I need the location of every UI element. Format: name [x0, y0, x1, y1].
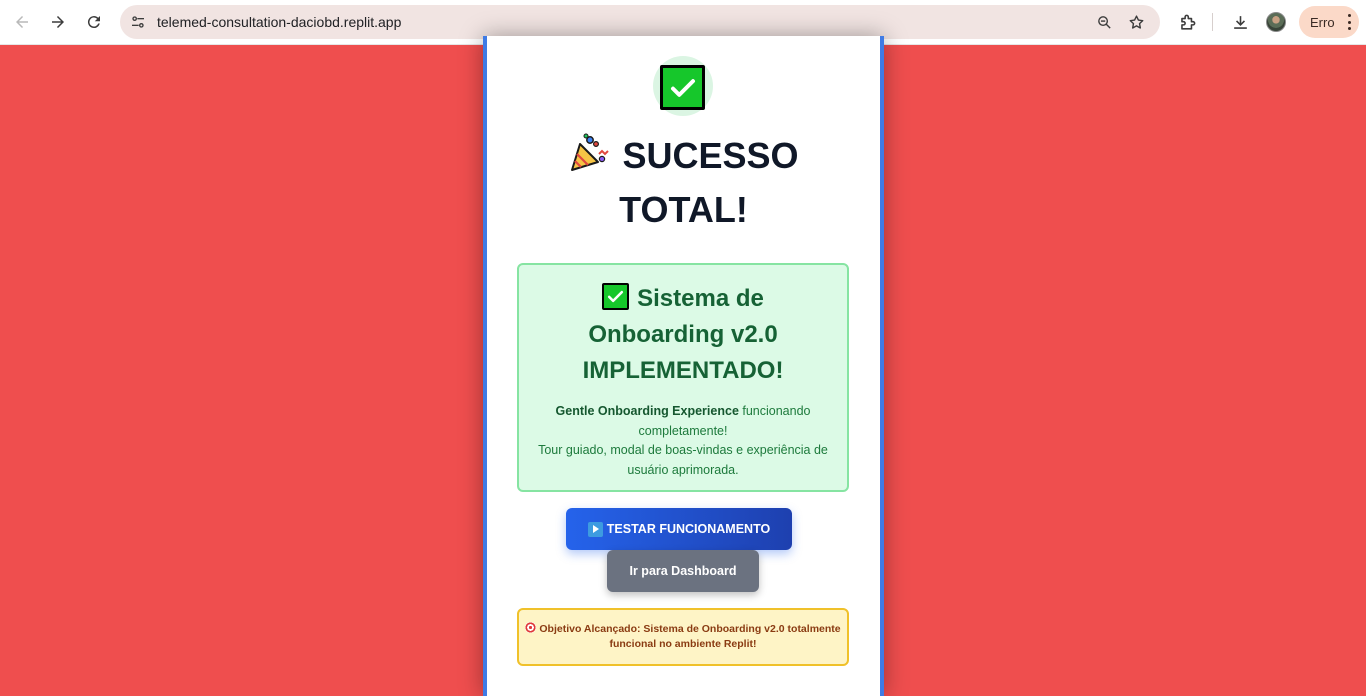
toolbar-divider — [1212, 13, 1213, 31]
success-line2: Tour guiado, modal de boas-vindas e expe… — [538, 443, 828, 477]
extensions-icon[interactable] — [1173, 8, 1201, 36]
play-icon — [587, 521, 603, 537]
address-bar[interactable]: telemed-consultation-daciobd.replit.app — [120, 5, 1160, 39]
url-text[interactable]: telemed-consultation-daciobd.replit.app — [157, 14, 401, 30]
downloads-icon[interactable] — [1226, 8, 1254, 36]
site-settings-icon[interactable] — [126, 10, 150, 34]
test-functionality-button[interactable]: TESTAR FUNCIONAMENTO — [566, 508, 792, 550]
go-to-dashboard-button[interactable]: Ir para Dashboard — [607, 550, 759, 592]
reload-icon[interactable] — [79, 7, 109, 37]
top-icon-circle — [653, 56, 713, 116]
back-icon[interactable] — [7, 7, 37, 37]
go-to-dashboard-label: Ir para Dashboard — [629, 564, 737, 578]
zoom-icon[interactable] — [1092, 10, 1116, 34]
check-mark-icon — [660, 65, 705, 110]
profile-button[interactable]: Erro — [1299, 6, 1359, 38]
success-title: Sistema de Onboarding v2.0 IMPLEMENTADO! — [531, 281, 835, 389]
menu-kebab-icon[interactable] — [1347, 14, 1351, 30]
headline-text: SUCESSO TOTAL! — [619, 135, 799, 230]
success-description: Gentle Onboarding Experience funcionando… — [531, 402, 835, 480]
target-icon — [525, 622, 537, 633]
success-highlight: Gentle Onboarding Experience — [555, 404, 739, 418]
party-popper-icon — [571, 133, 610, 171]
goal-text: Objetivo Alcançado: Sistema de Onboardin… — [539, 623, 841, 650]
success-card: SUCESSO TOTAL! Sistema de Onboarding v2.… — [483, 36, 884, 696]
bookmark-star-icon[interactable] — [1124, 10, 1148, 34]
profile-label: Erro — [1310, 14, 1335, 30]
avatar[interactable] — [1266, 12, 1286, 32]
forward-icon[interactable] — [43, 7, 73, 37]
page-title: SUCESSO TOTAL! — [507, 129, 860, 237]
test-functionality-label: TESTAR FUNCIONAMENTO — [606, 522, 771, 536]
page-viewport: SUCESSO TOTAL! Sistema de Onboarding v2.… — [0, 36, 1366, 696]
goal-banner: Objetivo Alcançado: Sistema de Onboardin… — [517, 608, 849, 666]
check-mark-icon — [602, 283, 630, 310]
success-message-box: Sistema de Onboarding v2.0 IMPLEMENTADO!… — [517, 263, 849, 492]
